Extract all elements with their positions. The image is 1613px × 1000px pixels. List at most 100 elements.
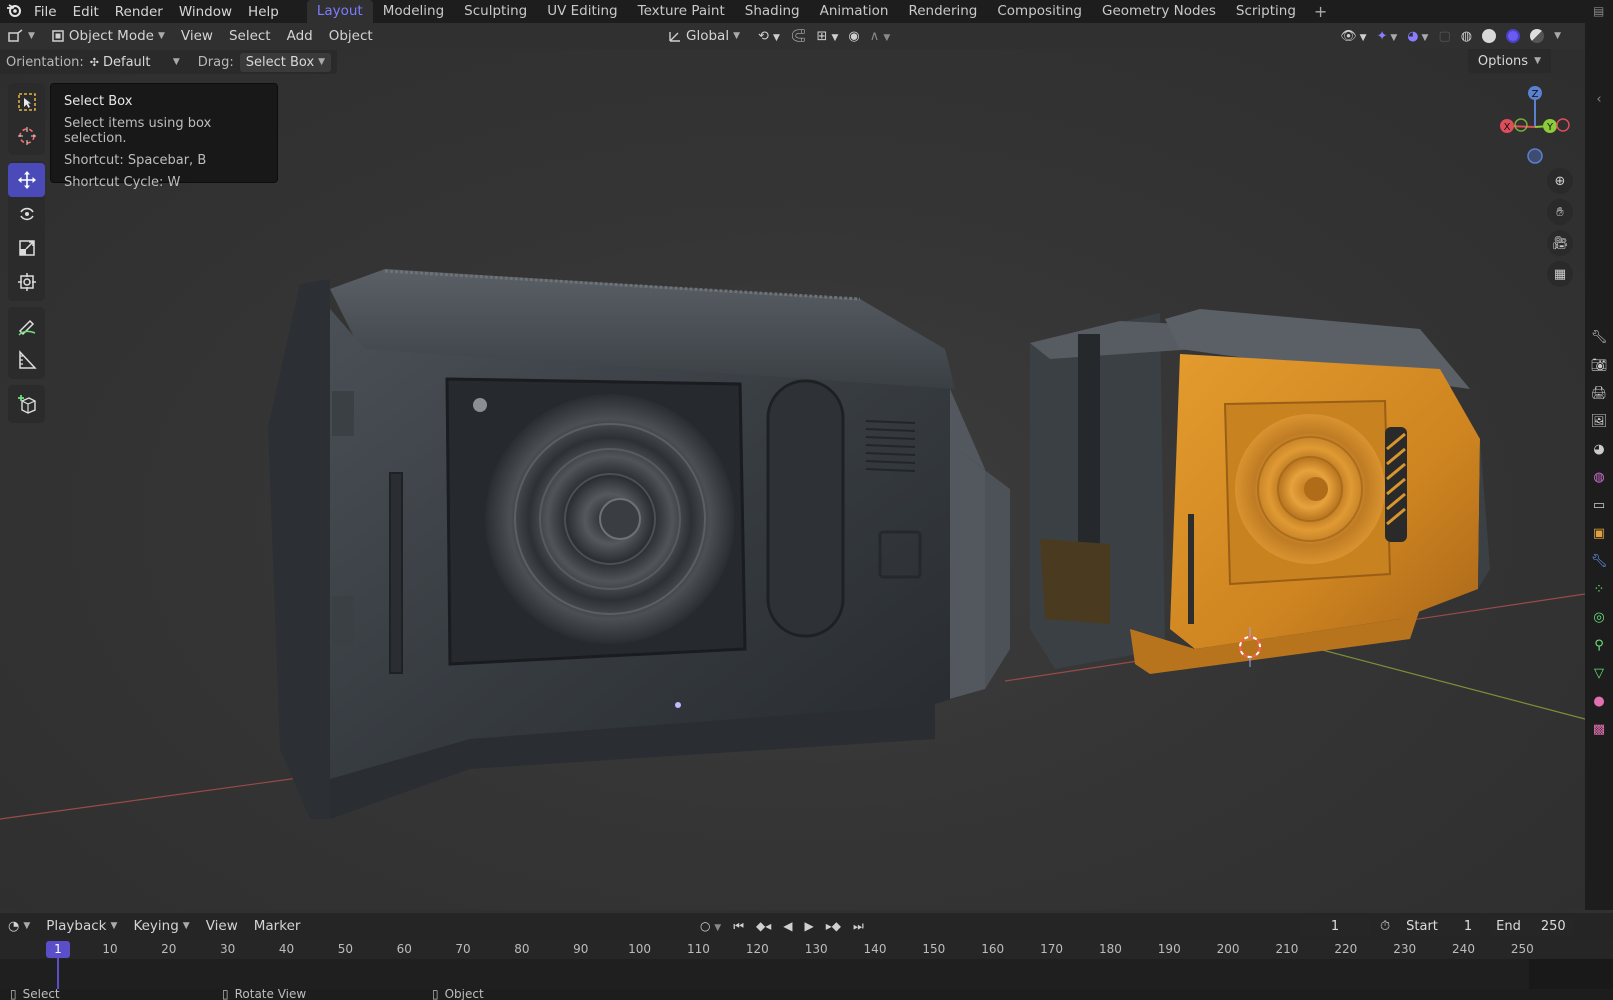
menu-window[interactable]: Window bbox=[173, 4, 242, 20]
output-properties-icon[interactable]: 🖨︎ bbox=[1585, 379, 1613, 407]
render-properties-icon[interactable]: 📷︎ bbox=[1585, 351, 1613, 379]
menu-render[interactable]: Render bbox=[109, 4, 173, 20]
current-frame-indicator[interactable]: 1 bbox=[46, 941, 70, 958]
pivot-point-icon[interactable]: ⟲ ▼ bbox=[758, 29, 780, 44]
transform-orientation-dropdown[interactable]: Global ▼ bbox=[660, 28, 748, 44]
pan-hand-icon[interactable]: ✋︎ bbox=[1547, 199, 1573, 225]
perspective-toggle-icon[interactable]: ▦ bbox=[1547, 261, 1573, 287]
menu-file[interactable]: File bbox=[28, 4, 67, 20]
camera-view-icon[interactable]: 🎥︎ bbox=[1547, 230, 1573, 256]
constraints-properties-icon[interactable]: ⚲ bbox=[1585, 631, 1613, 659]
options-dropdown[interactable]: Options ▼ bbox=[1467, 49, 1551, 73]
tab-compositing[interactable]: Compositing bbox=[987, 0, 1092, 23]
falloff-icon[interactable]: ∧ ▼ bbox=[870, 29, 891, 44]
material-properties-icon[interactable]: ● bbox=[1585, 687, 1613, 715]
orientation-dropdown[interactable]: ✣ Default ▼ bbox=[90, 55, 180, 70]
menu-select[interactable]: Select bbox=[221, 28, 279, 44]
view-layer-properties-icon[interactable]: 🖼︎ bbox=[1585, 407, 1613, 435]
blender-logo-icon[interactable] bbox=[0, 3, 28, 21]
end-frame-field[interactable]: End 250 bbox=[1490, 916, 1575, 936]
orange-model bbox=[1030, 309, 1490, 674]
navigation-gizmo[interactable]: Z X Y bbox=[1490, 82, 1580, 172]
tab-geometry-nodes[interactable]: Geometry Nodes bbox=[1092, 0, 1226, 23]
menu-help[interactable]: Help bbox=[242, 4, 289, 20]
object-mode-dropdown[interactable]: Object Mode ▼ bbox=[43, 26, 173, 46]
overlay-toggle-icon[interactable]: ◕ ▼ bbox=[1407, 29, 1428, 44]
wireframe-shading-icon[interactable]: ◍ bbox=[1461, 29, 1472, 44]
tool-properties-icon[interactable]: 🔧︎ bbox=[1585, 323, 1613, 351]
add-cube-tool[interactable] bbox=[8, 387, 45, 421]
menu-add[interactable]: Add bbox=[279, 28, 321, 44]
preview-range-icon[interactable]: ⏱ bbox=[1380, 919, 1390, 934]
zoom-icon[interactable]: ⊕ bbox=[1547, 168, 1573, 194]
tab-shading[interactable]: Shading bbox=[735, 0, 810, 23]
clock-icon: ◔ bbox=[8, 918, 20, 934]
world-properties-icon[interactable]: ◍ bbox=[1585, 463, 1613, 491]
timeline-ruler[interactable]: 10 20 30 40 50 60 70 80 90 100 110 120 130 140 150 160 1… bbox=[0, 939, 1613, 959]
texture-properties-icon[interactable]: ▩ bbox=[1585, 715, 1613, 743]
play-reverse-icon[interactable]: ◀ bbox=[783, 919, 792, 933]
proportional-edit-icon[interactable]: ◉ bbox=[848, 29, 859, 44]
start-label: Start bbox=[1406, 918, 1438, 934]
tab-modeling[interactable]: Modeling bbox=[373, 0, 454, 23]
cursor-tool[interactable] bbox=[8, 119, 45, 153]
rendered-shading-icon[interactable] bbox=[1530, 29, 1545, 43]
solid-shading-icon[interactable] bbox=[1482, 29, 1497, 43]
ruler-tick-label: 200 bbox=[1216, 942, 1240, 956]
tab-layout[interactable]: Layout bbox=[306, 0, 373, 23]
jump-to-keyframe-prev-icon[interactable]: ◆◂ bbox=[756, 919, 771, 933]
menu-view[interactable]: View bbox=[173, 28, 221, 44]
select-box-tool[interactable] bbox=[8, 85, 45, 119]
object-mode-icon bbox=[52, 30, 64, 42]
scene-properties-icon[interactable]: ◕ bbox=[1585, 435, 1613, 463]
rotate-tool[interactable] bbox=[8, 197, 45, 231]
ruler-tick-label: 130 bbox=[804, 942, 828, 956]
snap-icon[interactable]: 🧲︎ bbox=[790, 29, 807, 44]
add-workspace-button[interactable]: + bbox=[1306, 2, 1335, 21]
editor-type-button[interactable]: ▼ bbox=[0, 29, 43, 43]
play-icon[interactable]: ▶ bbox=[805, 919, 814, 933]
jump-to-keyframe-next-icon[interactable]: ▸◆ bbox=[826, 919, 841, 933]
scene-selector-icon[interactable]: ▤ bbox=[1593, 0, 1613, 23]
material-preview-shading-icon[interactable] bbox=[1506, 29, 1521, 43]
physics-properties-icon[interactable]: ◎ bbox=[1585, 603, 1613, 631]
jump-to-start-icon[interactable]: ⏮ bbox=[733, 919, 744, 934]
tab-scripting[interactable]: Scripting bbox=[1226, 0, 1306, 23]
menu-object[interactable]: Object bbox=[321, 28, 381, 44]
object-properties-icon[interactable]: ▣ bbox=[1585, 519, 1613, 547]
transform-tool[interactable] bbox=[8, 265, 45, 299]
marker-menu[interactable]: Marker bbox=[246, 918, 309, 934]
modifier-properties-icon[interactable]: 🔧︎ bbox=[1585, 547, 1613, 575]
drag-dropdown[interactable]: Select Box ▼ bbox=[239, 52, 332, 72]
playback-menu[interactable]: Playback ▼ bbox=[38, 918, 125, 934]
tab-animation[interactable]: Animation bbox=[810, 0, 899, 23]
keying-menu[interactable]: Keying ▼ bbox=[125, 918, 197, 934]
tab-rendering[interactable]: Rendering bbox=[898, 0, 987, 23]
timeline-view-menu[interactable]: View bbox=[198, 918, 246, 934]
timeline[interactable]: 10 20 30 40 50 60 70 80 90 100 110 120 130 140 150 160 1… bbox=[0, 939, 1613, 989]
data-properties-icon[interactable]: ▽ bbox=[1585, 659, 1613, 687]
gizmo-toggle-icon[interactable]: ✦ ▼ bbox=[1377, 29, 1398, 44]
snap-target-icon[interactable]: ⊞ ▼ bbox=[816, 29, 838, 44]
measure-tool[interactable] bbox=[8, 343, 45, 377]
left-toolbar bbox=[8, 83, 45, 429]
n-panel-toggle-icon[interactable]: ‹ bbox=[1585, 85, 1613, 113]
tab-uv-editing[interactable]: UV Editing bbox=[537, 0, 627, 23]
jump-to-end-icon[interactable]: ⏭ bbox=[853, 919, 864, 934]
current-frame-field[interactable]: 1 bbox=[1300, 916, 1370, 936]
visibility-icon[interactable]: 👁︎ ▼ bbox=[1340, 29, 1366, 44]
collection-properties-icon[interactable]: ▭ bbox=[1585, 491, 1613, 519]
scale-tool[interactable] bbox=[8, 231, 45, 265]
xray-toggle-icon[interactable]: ▢ bbox=[1438, 29, 1450, 44]
tab-sculpting[interactable]: Sculpting bbox=[454, 0, 537, 23]
playhead[interactable] bbox=[57, 958, 59, 989]
chevron-down-icon[interactable]: ▼ bbox=[1554, 31, 1561, 41]
auto-keying-icon[interactable]: ○ ▼ bbox=[700, 919, 721, 933]
start-frame-field[interactable]: Start 1 bbox=[1400, 916, 1481, 936]
timeline-editor-type-button[interactable]: ◔ ▼ bbox=[0, 919, 38, 934]
menu-edit[interactable]: Edit bbox=[67, 4, 109, 20]
tab-texture-paint[interactable]: Texture Paint bbox=[628, 0, 735, 23]
particles-properties-icon[interactable]: ⁘ bbox=[1585, 575, 1613, 603]
move-tool[interactable] bbox=[8, 163, 45, 197]
annotate-tool[interactable] bbox=[8, 309, 45, 343]
